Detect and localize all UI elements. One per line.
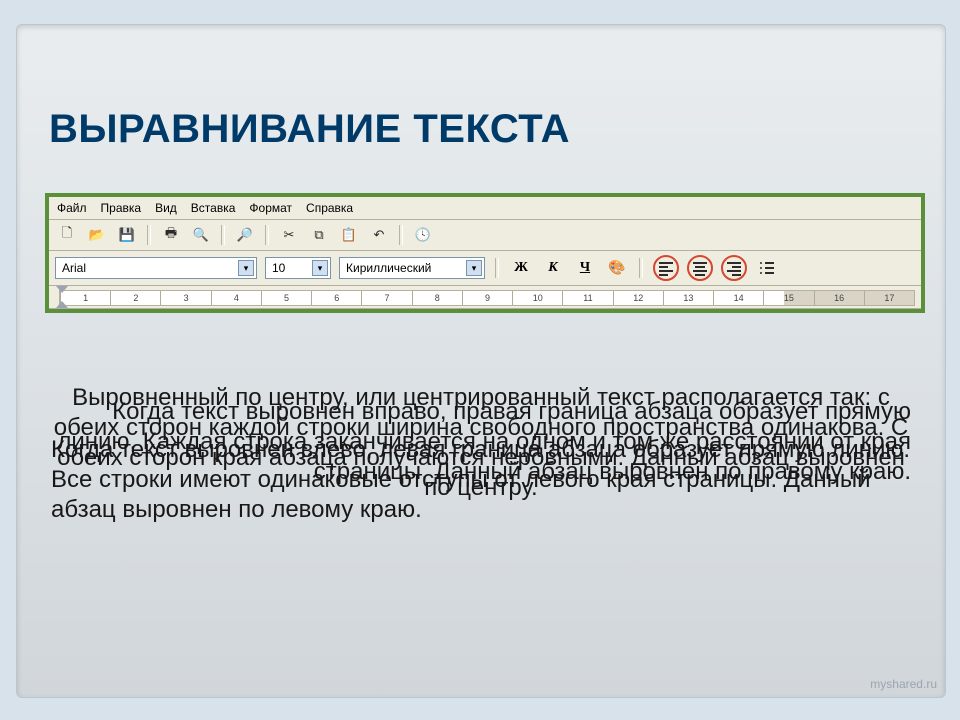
- ruler-tick: 8: [412, 291, 462, 305]
- ruler-tick: 9: [462, 291, 512, 305]
- menu-edit[interactable]: Правка: [101, 201, 142, 215]
- align-right-icon: [727, 262, 741, 274]
- align-center-icon: [693, 262, 707, 274]
- print-preview-icon[interactable]: 🔍: [189, 223, 213, 247]
- ruler-tick: 6: [311, 291, 361, 305]
- new-file-icon[interactable]: 🗋: [55, 223, 79, 247]
- script-value: Кириллический: [346, 261, 431, 275]
- toolbar-sep: [495, 258, 499, 278]
- font-color-button[interactable]: 🎨: [605, 256, 629, 280]
- bullet-list-button[interactable]: [755, 256, 779, 280]
- cut-icon[interactable]: ✂: [277, 223, 301, 247]
- menu-file[interactable]: Файл: [57, 201, 87, 215]
- open-file-icon[interactable]: 📂: [85, 223, 109, 247]
- font-selector-value: Arial: [62, 261, 86, 275]
- font-selector[interactable]: Arial ▾: [55, 257, 257, 279]
- paragraph-area: Выровненный по центру, или центрированны…: [45, 361, 917, 671]
- ruler-tick: 12: [613, 291, 663, 305]
- ruler-tick: 4: [211, 291, 261, 305]
- ruler-tick: 11: [562, 291, 612, 305]
- datetime-icon[interactable]: 🕓: [411, 223, 435, 247]
- toolbar-sep: [399, 225, 403, 245]
- toolbar-sep: [265, 225, 269, 245]
- watermark: myshared.ru: [870, 677, 937, 691]
- chevron-down-icon: ▾: [466, 260, 482, 276]
- chevron-down-icon: ▾: [312, 260, 328, 276]
- align-left-button[interactable]: [653, 255, 679, 281]
- menu-view[interactable]: Вид: [155, 201, 177, 215]
- menu-insert[interactable]: Вставка: [191, 201, 236, 215]
- wordpad-window: Файл Правка Вид Вставка Формат Справка 🗋…: [45, 193, 925, 313]
- ruler-tick: 10: [512, 291, 562, 305]
- ruler-tick: 13: [663, 291, 713, 305]
- ruler-scale: 1 2 3 4 5 6 7 8 9 10 11 12 13 14 15 16 1: [59, 290, 915, 306]
- align-center-button[interactable]: [687, 255, 713, 281]
- script-selector[interactable]: Кириллический ▾: [339, 257, 485, 279]
- menu-bar: Файл Правка Вид Вставка Формат Справка: [49, 197, 921, 220]
- indent-marker-icon[interactable]: [56, 286, 68, 308]
- chevron-down-icon: ▾: [238, 260, 254, 276]
- paste-icon[interactable]: 📋: [337, 223, 361, 247]
- slide-frame: ВЫРАВНИВАНИЕ ТЕКСТА Файл Правка Вид Вста…: [16, 24, 946, 698]
- format-toolbar: Arial ▾ 10 ▾ Кириллический ▾ Ж К Ч 🎨: [49, 251, 921, 286]
- paragraph-left: Когда текст выровнен влево, левая границ…: [45, 435, 917, 525]
- slide-title-text: ВЫРАВНИВАНИЕ ТЕКСТА: [49, 107, 570, 151]
- ruler-tick: 14: [713, 291, 763, 305]
- menu-help[interactable]: Справка: [306, 201, 353, 215]
- bullet-list-icon: [760, 262, 774, 274]
- ruler-tick: 3: [160, 291, 210, 305]
- italic-button[interactable]: К: [541, 256, 565, 280]
- ruler-tick: 2: [110, 291, 160, 305]
- ruler-tick: 15: [763, 291, 813, 305]
- ruler-tick: 5: [261, 291, 311, 305]
- toolbar-sep: [147, 225, 151, 245]
- copy-icon[interactable]: ⧉: [307, 223, 331, 247]
- align-right-button[interactable]: [721, 255, 747, 281]
- slide-title: ВЫРАВНИВАНИЕ ТЕКСТА: [49, 107, 570, 152]
- font-size-selector[interactable]: 10 ▾: [265, 257, 331, 279]
- ruler-ticks: 1 2 3 4 5 6 7 8 9 10 11 12 13 14 15 16 1: [60, 291, 914, 305]
- ruler-tick: 16: [814, 291, 864, 305]
- ruler-tick: 17: [864, 291, 914, 305]
- ruler-tick: 7: [361, 291, 411, 305]
- toolbar-sep: [221, 225, 225, 245]
- standard-toolbar: 🗋 📂 💾 🖶 🔍 🔎 ✂ ⧉ 📋 ↶ 🕓: [49, 220, 921, 251]
- bold-button[interactable]: Ж: [509, 256, 533, 280]
- align-left-icon: [659, 262, 673, 274]
- font-size-value: 10: [272, 261, 285, 275]
- save-icon[interactable]: 💾: [115, 223, 139, 247]
- print-icon[interactable]: 🖶: [159, 223, 183, 247]
- underline-button[interactable]: Ч: [573, 256, 597, 280]
- find-icon[interactable]: 🔎: [233, 223, 257, 247]
- toolbar-sep: [639, 258, 643, 278]
- ruler: 1 2 3 4 5 6 7 8 9 10 11 12 13 14 15 16 1: [49, 286, 921, 309]
- menu-format[interactable]: Формат: [249, 201, 292, 215]
- undo-icon[interactable]: ↶: [367, 223, 391, 247]
